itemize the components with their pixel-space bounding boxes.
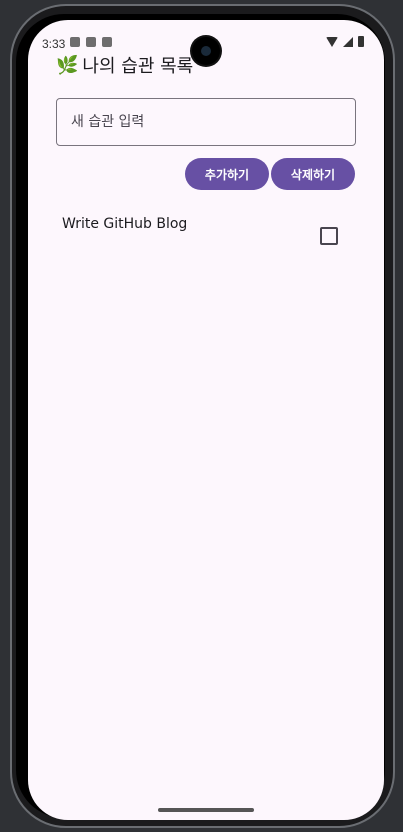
signal-icon [343,36,353,47]
front-camera [192,37,220,65]
status-right-icons [326,36,364,47]
status-time: 3:33 [42,37,66,51]
battery-icon [358,36,364,47]
sd-card-icon [102,37,112,47]
gesture-nav-bar[interactable] [158,808,254,812]
leaf-icon: 🌿 [56,54,79,76]
page-title: 🌿 나의 습관 목록 [56,52,193,78]
habit-name: Write GitHub Blog [62,216,188,232]
notification-a-icon [86,37,96,47]
delete-button[interactable]: 삭제하기 [271,158,355,190]
habit-input[interactable] [56,98,356,146]
habit-checkbox[interactable] [320,227,338,245]
page-title-text: 나의 습관 목록 [82,56,194,77]
wifi-icon [326,36,338,47]
shield-icon [70,37,80,47]
add-button[interactable]: 추가하기 [185,158,269,190]
status-left-icons [70,37,112,47]
app-screen: 3:33 🌿 나의 습관 목록 추가하기 삭제하기 Write GitHub B… [28,20,384,820]
habit-list-item: Write GitHub Blog [62,216,350,252]
